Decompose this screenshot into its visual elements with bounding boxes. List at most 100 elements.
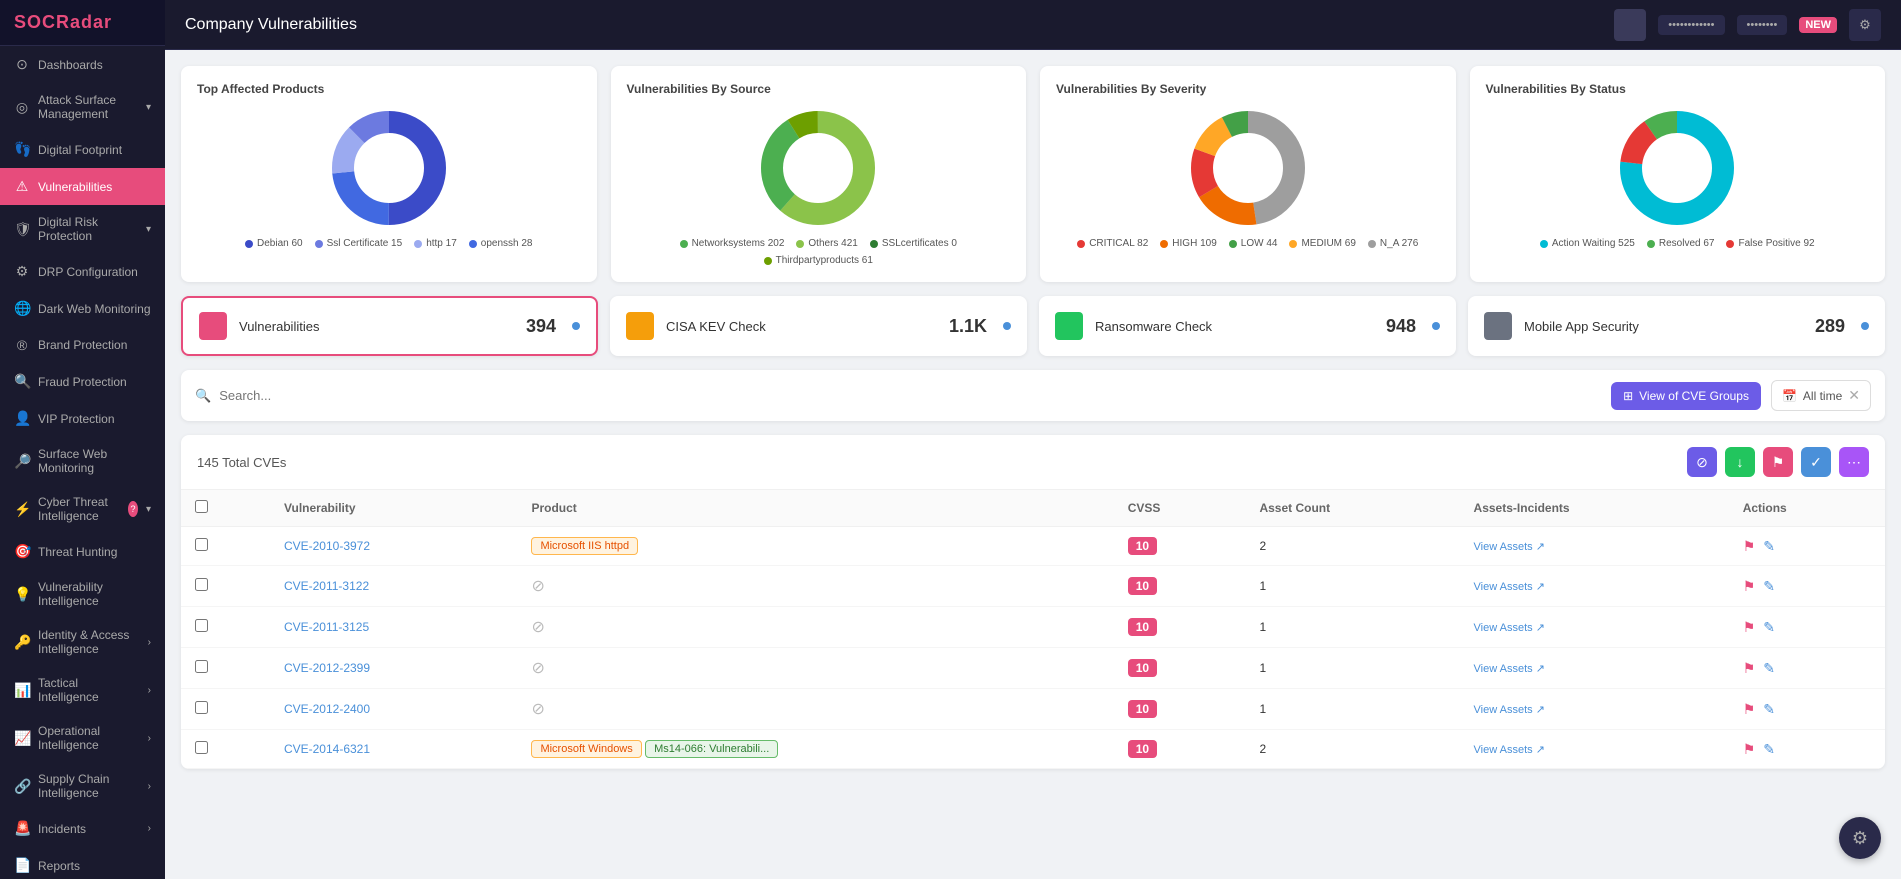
user-info: •••••••••••• — [1658, 15, 1724, 35]
edit-icon[interactable]: ✎ — [1763, 701, 1775, 718]
sidebar-item-supply-chain[interactable]: 🔗 Supply Chain Intelligence › — [0, 762, 165, 810]
flag-icon[interactable]: ⚑ — [1743, 660, 1756, 677]
view-assets-link[interactable]: View Assets ↗ — [1474, 621, 1715, 634]
drp-config-icon: ⚙ — [14, 263, 30, 280]
flag-icon[interactable]: ⚑ — [1743, 538, 1756, 555]
table-actions: ⊘ ↓ ⚑ ✓ ⋯ — [1687, 447, 1869, 477]
topbar-right: •••••••••••• •••••••• NEW ⚙ — [1614, 9, 1881, 41]
flag-icon[interactable]: ⚑ — [1743, 701, 1756, 718]
card-vuln-by-source: Vulnerabilities By Source Networksystems… — [611, 66, 1027, 282]
asset-count: 1 — [1245, 648, 1459, 689]
logo-text: SOCRadar — [14, 12, 112, 33]
sidebar-item-brand-protection[interactable]: ® Brand Protection — [0, 327, 165, 363]
cve-link[interactable]: CVE-2012-2400 — [284, 702, 370, 716]
row-checkbox[interactable] — [195, 741, 208, 754]
dark-web-icon: 🌐 — [14, 300, 30, 317]
filter-bar: 🔍 ⊞ View of CVE Groups 📅 All time ✕ — [181, 370, 1885, 421]
metric-tab-vulnerabilities[interactable]: Vulnerabilities 394 — [181, 296, 598, 356]
sidebar-item-threat-hunting[interactable]: 🎯 Threat Hunting — [0, 533, 165, 570]
flag-icon[interactable]: ⚑ — [1743, 578, 1756, 595]
search-input[interactable] — [219, 388, 1601, 403]
sidebar-item-identity-access[interactable]: 🔑 Identity & Access Intelligence › — [0, 618, 165, 666]
close-icon[interactable]: ✕ — [1848, 387, 1860, 404]
col-product: Product — [517, 490, 1113, 527]
sidebar-item-tactical-intel[interactable]: 📊 Tactical Intelligence › — [0, 666, 165, 714]
sidebar-item-dashboards[interactable]: ⊙ Dashboards — [0, 46, 165, 83]
chevron-right-icon: › — [148, 733, 151, 744]
cve-link[interactable]: CVE-2012-2399 — [284, 661, 370, 675]
edit-icon[interactable]: ✎ — [1763, 578, 1775, 595]
fab-button[interactable]: ⚙ — [1839, 817, 1881, 859]
cve-link[interactable]: CVE-2011-3122 — [284, 579, 369, 593]
sidebar-item-cyber-threat[interactable]: ⚡ Cyber Threat Intelligence ? ▾ — [0, 485, 165, 533]
more-action-button[interactable]: ⋯ — [1839, 447, 1869, 477]
cve-link[interactable]: CVE-2010-3972 — [284, 539, 370, 553]
flag-icon[interactable]: ⚑ — [1743, 741, 1756, 758]
view-cve-groups-button[interactable]: ⊞ View of CVE Groups — [1611, 382, 1761, 410]
edit-icon[interactable]: ✎ — [1763, 619, 1775, 636]
metric-tab-cisa-kev[interactable]: CISA KEV Check 1.1K — [610, 296, 1027, 356]
flag-icon[interactable]: ⚑ — [1743, 619, 1756, 636]
view-assets-link[interactable]: View Assets ↗ — [1474, 743, 1715, 756]
sidebar-item-fraud-protection[interactable]: 🔍 Fraud Protection — [0, 363, 165, 400]
sidebar-item-vulnerabilities[interactable]: ⚠ Vulnerabilities — [0, 168, 165, 205]
sidebar-item-operational-intel[interactable]: 📈 Operational Intelligence › — [0, 714, 165, 762]
avatar — [1614, 9, 1646, 41]
cve-link[interactable]: CVE-2011-3125 — [284, 620, 369, 634]
table-row: CVE-2014-6321 Microsoft Windows Ms14-066… — [181, 730, 1885, 769]
metric-tab-label: Ransomware Check — [1095, 319, 1212, 334]
metric-tab-ransomware[interactable]: Ransomware Check 948 — [1039, 296, 1456, 356]
attack-surface-icon: ◎ — [14, 99, 30, 116]
search-wrap: 🔍 — [195, 388, 1601, 404]
no-product-icon: ⊘ — [531, 701, 544, 718]
sidebar-item-incidents[interactable]: 🚨 Incidents › — [0, 810, 165, 847]
sidebar-item-vip-protection[interactable]: 👤 VIP Protection — [0, 400, 165, 437]
check-action-button[interactable]: ✓ — [1801, 447, 1831, 477]
vip-protection-icon: 👤 — [14, 410, 30, 427]
product-tag: Microsoft Windows — [531, 740, 641, 758]
chart-legend: Networksystems 202 Others 421 SSLcertifi… — [627, 238, 1011, 266]
edit-icon[interactable]: ✎ — [1763, 660, 1775, 677]
row-checkbox[interactable] — [195, 619, 208, 632]
incidents-icon: 🚨 — [14, 820, 30, 837]
col-actions: Actions — [1729, 490, 1885, 527]
filter-action-button[interactable]: ⊘ — [1687, 447, 1717, 477]
sidebar-item-vuln-intelligence[interactable]: 💡 Vulnerability Intelligence — [0, 570, 165, 618]
table-header-bar: 145 Total CVEs ⊘ ↓ ⚑ ✓ ⋯ — [181, 435, 1885, 490]
cve-link[interactable]: CVE-2014-6321 — [284, 742, 370, 756]
sidebar-item-label: DRP Configuration — [38, 265, 138, 279]
table-count: 145 Total CVEs — [197, 455, 286, 470]
sidebar-item-reports[interactable]: 📄 Reports — [0, 847, 165, 879]
sidebar-item-drp-config[interactable]: ⚙ DRP Configuration — [0, 253, 165, 290]
sidebar-item-digital-footprint[interactable]: 👣 Digital Footprint — [0, 131, 165, 168]
topbar-settings-icon[interactable]: ⚙ — [1849, 9, 1881, 41]
sidebar-item-attack-surface[interactable]: ◎ Attack Surface Management ▾ — [0, 83, 165, 131]
row-checkbox[interactable] — [195, 701, 208, 714]
metric-tab-count: 289 — [1815, 316, 1845, 337]
flag-action-button[interactable]: ⚑ — [1763, 447, 1793, 477]
sidebar-item-label: Operational Intelligence — [38, 724, 140, 752]
view-assets-link[interactable]: View Assets ↗ — [1474, 540, 1715, 553]
edit-icon[interactable]: ✎ — [1763, 538, 1775, 555]
sidebar-item-surface-web[interactable]: 🔎 Surface Web Monitoring — [0, 437, 165, 485]
row-checkbox[interactable] — [195, 578, 208, 591]
metric-tab-mobile-app[interactable]: Mobile App Security 289 — [1468, 296, 1885, 356]
view-assets-link[interactable]: View Assets ↗ — [1474, 703, 1715, 716]
charts-row: Top Affected Products De — [181, 66, 1885, 282]
date-filter[interactable]: 📅 All time ✕ — [1771, 380, 1871, 411]
select-all-checkbox[interactable] — [195, 500, 208, 513]
fraud-protection-icon: 🔍 — [14, 373, 30, 390]
sidebar-item-label: Dark Web Monitoring — [38, 302, 151, 316]
sidebar-item-dark-web[interactable]: 🌐 Dark Web Monitoring — [0, 290, 165, 327]
download-action-button[interactable]: ↓ — [1725, 447, 1755, 477]
row-checkbox[interactable] — [195, 660, 208, 673]
view-cve-label: View of CVE Groups — [1639, 389, 1749, 403]
sidebar-item-digital-risk[interactable]: 🛡 Digital Risk Protection ▾ — [0, 205, 165, 253]
row-checkbox[interactable] — [195, 538, 208, 551]
operational-intel-icon: 📈 — [14, 730, 30, 747]
view-assets-link[interactable]: View Assets ↗ — [1474, 580, 1715, 593]
col-checkbox — [181, 490, 270, 527]
sidebar-item-label: Identity & Access Intelligence — [38, 628, 140, 656]
edit-icon[interactable]: ✎ — [1763, 741, 1775, 758]
view-assets-link[interactable]: View Assets ↗ — [1474, 662, 1715, 675]
